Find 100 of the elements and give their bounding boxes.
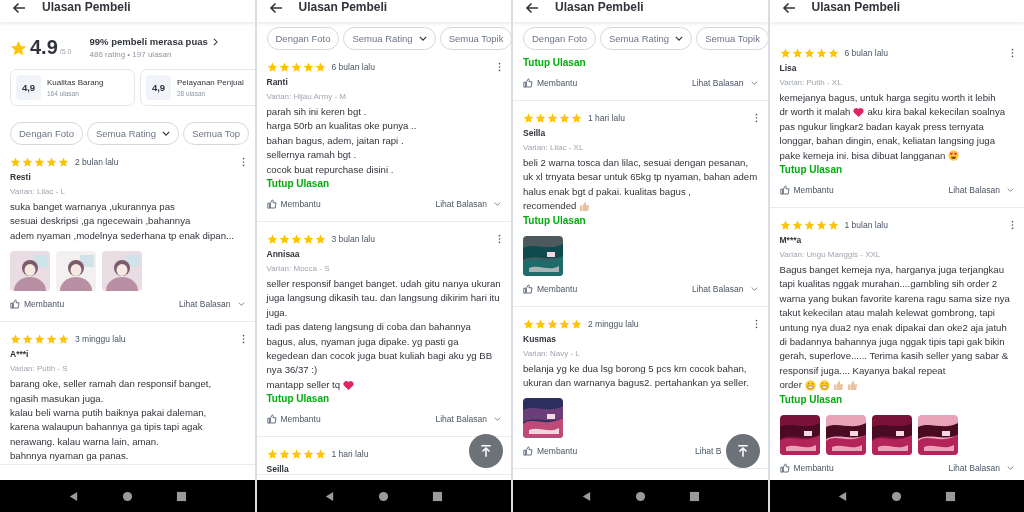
- product-variant: Varian: Hijau Army - M: [266, 92, 347, 101]
- scroll-to-top-button[interactable]: [725, 434, 760, 468]
- filter-chip[interactable]: Dengan Foto: [266, 27, 340, 50]
- home-icon[interactable]: [891, 490, 903, 502]
- recent-apps-icon[interactable]: [432, 490, 444, 502]
- star-icon: [815, 48, 827, 58]
- thumbs-up-icon: [779, 462, 790, 473]
- star-icon: [547, 113, 558, 123]
- star-icon: [314, 234, 326, 245]
- star-icon: [46, 157, 57, 167]
- arrow-up-icon: [735, 444, 750, 458]
- thumbs-up-icon: [846, 380, 858, 391]
- helpful-button[interactable]: Membantu: [523, 283, 578, 294]
- thumbs-up-icon: [779, 185, 790, 196]
- star-icon: [290, 449, 302, 460]
- recent-apps-icon[interactable]: [945, 490, 957, 502]
- review-text: belanja yg ke dua lsg borong 5 pcs km cocok bahan, ukuran dan warnanya bagus2. pertahankan ya seller.: [523, 361, 750, 391]
- chevron-down-icon: [750, 286, 758, 291]
- back-icon[interactable]: [67, 490, 79, 502]
- home-icon[interactable]: [634, 490, 646, 502]
- back-icon[interactable]: [324, 490, 336, 502]
- star-icon: [10, 39, 27, 56]
- star-icon: [22, 334, 33, 345]
- star-icon: [58, 334, 69, 345]
- thumbs-up-icon: [266, 414, 277, 425]
- star-icon: [523, 113, 534, 123]
- more-options-icon[interactable]: [1011, 48, 1014, 58]
- more-options-icon[interactable]: [498, 234, 501, 245]
- chevron-down-icon: [750, 81, 758, 85]
- view-replies-button[interactable]: Lihat Balasan: [179, 299, 245, 310]
- home-icon[interactable]: [121, 490, 133, 502]
- back-arrow-icon[interactable]: [781, 2, 796, 14]
- back-arrow-icon[interactable]: [268, 2, 283, 14]
- view-replies-button[interactable]: Lihat Balasan: [692, 78, 758, 88]
- satisfaction-headline[interactable]: 99% pembeli merasa puas: [89, 36, 208, 47]
- recent-apps-icon[interactable]: [688, 490, 700, 502]
- view-replies-button[interactable]: Lihat Balasan: [435, 199, 501, 210]
- helpful-button[interactable]: Membantu: [10, 299, 65, 310]
- review-text: parah sih ini keren bgt . harga 50rb an kualitas oke punya .. bahan bagus, adem, jaitan rapi . sellernya ramah bgt . cocok buat repurchase disini .: [266, 105, 418, 177]
- filter-chip[interactable]: Semua Rating: [599, 27, 693, 50]
- star-icon: [815, 220, 827, 231]
- page-title: Ulasan Pembeli: [811, 0, 901, 15]
- helpful-button[interactable]: Membantu: [523, 446, 578, 457]
- aspect-label: Kualitas Barang: [47, 78, 104, 87]
- more-options-icon[interactable]: [1011, 220, 1014, 231]
- view-replies-button[interactable]: Lihat B: [695, 446, 722, 457]
- more-options-icon[interactable]: [754, 113, 758, 123]
- filter-chip[interactable]: Semua Topik: [696, 27, 768, 50]
- filter-chip[interactable]: Dengan Foto: [10, 122, 83, 145]
- filter-chip[interactable]: Semua Topik: [439, 27, 511, 50]
- back-icon[interactable]: [580, 490, 592, 502]
- scroll-to-top-button[interactable]: [469, 434, 503, 468]
- reviewer-name: Resti: [10, 172, 32, 182]
- review-text: seller responsif banget banget. udah gitu nanya ukuran juga langsung dikasih tau. dan langsung dikirim hari itu juga. tadi pas dateng langsung di coba dan bahannya bagus, alus, nyaman juga dipake. yg pasti ga kegedean dan cocok juga buat kuliah bagi aku yg BB nya 36/37 :): [266, 277, 501, 378]
- more-options-icon[interactable]: [498, 62, 501, 72]
- review-time: 1 hari lalu: [588, 113, 625, 123]
- star-icon: [535, 318, 546, 329]
- filter-chip[interactable]: Semua Rating: [343, 27, 436, 50]
- aspect-score: 4,9: [146, 75, 171, 100]
- view-replies-button[interactable]: Lihat Balasan: [692, 283, 758, 294]
- star-icon: [314, 449, 326, 460]
- helpful-button[interactable]: Membantu: [523, 78, 578, 88]
- heart-icon: [343, 379, 355, 391]
- back-icon[interactable]: [837, 490, 849, 502]
- more-options-icon[interactable]: [241, 334, 245, 345]
- back-arrow-icon[interactable]: [525, 2, 539, 14]
- chevron-down-icon: [1007, 465, 1014, 470]
- helpful-button[interactable]: Membantu: [779, 185, 834, 196]
- filter-chip[interactable]: Semua Top: [183, 122, 250, 145]
- recent-apps-icon[interactable]: [175, 490, 187, 502]
- helpful-button[interactable]: Membantu: [779, 462, 834, 473]
- star-icon: [827, 48, 839, 58]
- chevron-right-icon[interactable]: [212, 37, 218, 46]
- more-options-icon[interactable]: [241, 157, 245, 167]
- filter-chip[interactable]: Dengan Foto: [523, 27, 596, 50]
- rating-score: 4.9: [30, 36, 58, 59]
- view-replies-button[interactable]: Lihat Balasan: [948, 185, 1014, 196]
- star-icon: [535, 113, 546, 123]
- helpful-button[interactable]: Membantu: [266, 414, 321, 425]
- review-text: pake kemeja ini. bisa dibuat langganan: [779, 148, 946, 163]
- review-text: barang oke, seller ramah dan responsif banget, ngasih masukan juga. kalau beli warna putih baiknya pakai daleman, karena walaupun bahannya ga tipis tapi agak nerawang. kalau warna lain, aman. bahnnya nyaman ga panas.: [10, 377, 213, 464]
- filter-chip[interactable]: Semua Rating: [86, 122, 180, 145]
- back-arrow-icon[interactable]: [12, 2, 26, 14]
- product-variant: Varian: Mocca - S: [266, 264, 331, 274]
- helpful-button[interactable]: Membantu: [266, 199, 321, 210]
- home-icon[interactable]: [378, 490, 390, 502]
- star-icon: [571, 113, 582, 123]
- view-replies-button[interactable]: Lihat Balasan: [435, 414, 501, 425]
- review-text: kemejanya bagus, untuk harga segitu worth it lebih: [779, 91, 997, 105]
- chevron-down-icon: [494, 202, 501, 207]
- view-replies-button[interactable]: Lihat Balasan: [948, 462, 1014, 473]
- chevron-down-icon: [418, 36, 427, 41]
- heart-icon: [853, 107, 865, 119]
- star-icon: [791, 48, 803, 58]
- more-options-icon[interactable]: [754, 318, 758, 329]
- star-icon: [290, 62, 302, 72]
- chevron-down-icon: [237, 302, 245, 307]
- heart-eyes-smiley-icon: [948, 150, 960, 162]
- star-icon: [571, 318, 582, 329]
- product-variant: Varian: Ungu Manggis - XXL: [779, 250, 882, 260]
